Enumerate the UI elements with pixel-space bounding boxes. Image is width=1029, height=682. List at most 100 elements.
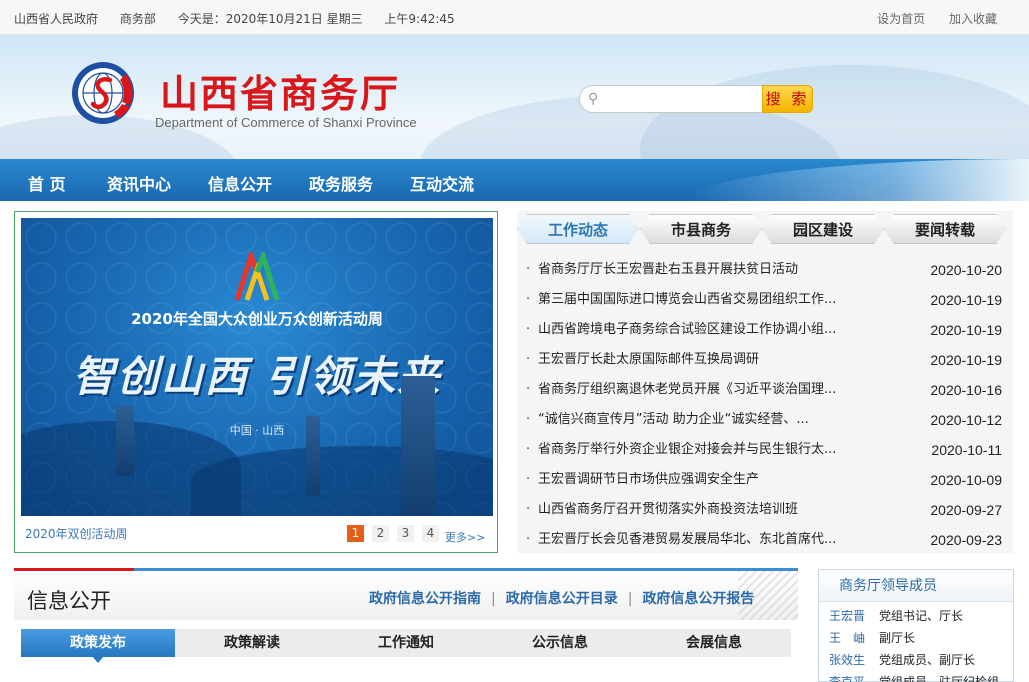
site-subtitle: Department of Commerce of Shanxi Provinc… xyxy=(155,115,417,130)
bullet: · xyxy=(526,292,531,307)
slide-pagoda xyxy=(306,416,320,496)
news-title[interactable]: 省商务厅组织离退休老党员开展《习近平谈治国理... xyxy=(538,375,868,405)
news-item[interactable]: · “诚信兴商宣传月”活动 助力企业“诚实经营、... 2020-10-12 xyxy=(517,405,1013,435)
leader-row[interactable]: 李克平 党组成员、驻厅纪检组 xyxy=(819,671,1013,682)
tab-city-commerce[interactable]: 市县商务 xyxy=(640,214,762,244)
search-button[interactable]: 搜 索 xyxy=(762,85,813,113)
leaders-title[interactable]: 商务厅领导成员 xyxy=(819,570,1013,602)
info-report-link[interactable]: 政府信息公开报告 xyxy=(642,591,754,607)
site-title[interactable]: 山西省商务厅 xyxy=(160,63,400,118)
news-item[interactable]: · 省商务厅厅长王宏晋赴右玉县开展扶贫日活动 2020-10-20 xyxy=(517,255,1013,285)
leader-row[interactable]: 王宏晋 党组书记、厅长 xyxy=(819,605,1013,627)
search-icon: ⚲ xyxy=(588,91,599,107)
leaders-panel: 商务厅领导成员 王宏晋 党组书记、厅长 王 岫副厅长 张效生 党组成员、副厅长 李克… xyxy=(818,569,1014,682)
news-title[interactable]: 山西省商务厅召开贯彻落实外商投资法培训班 xyxy=(538,495,868,525)
news-title[interactable]: 省商务厅厅长王宏晋赴右玉县开展扶贫日活动 xyxy=(538,255,868,285)
tab-policy-release[interactable]: 政策发布 xyxy=(21,629,175,663)
leader-post: 党组成员、副厅长 xyxy=(879,653,976,667)
slide-page-3[interactable]: 3 xyxy=(397,525,414,542)
info-public-title: 信息公开 xyxy=(27,589,111,613)
slide-page-4[interactable]: 4 xyxy=(422,525,439,542)
bullet: · xyxy=(526,382,531,397)
news-title[interactable]: “诚信兴商宣传月”活动 助力企业“诚实经营、... xyxy=(538,405,868,435)
nav-item-news[interactable]: 资讯中心 xyxy=(107,171,171,195)
tab-work-news[interactable]: 工作动态 xyxy=(517,214,639,244)
slide-page-1[interactable]: 1 xyxy=(347,525,364,542)
news-title[interactable]: 山西省跨境电子商务综合试验区建设工作协调小组... xyxy=(538,315,868,345)
search-input[interactable] xyxy=(606,89,756,109)
leader-post: 党组书记、厅长 xyxy=(879,609,964,623)
set-home-link[interactable]: 设为首页 xyxy=(877,12,925,26)
slide-pager: 1 2 3 4 xyxy=(347,525,439,542)
news-date: 2020-10-11 xyxy=(931,442,1002,458)
news-item[interactable]: · 省商务厅组织离退休老党员开展《习近平谈治国理... 2020-10-16 xyxy=(517,375,1013,405)
news-date: 2020-09-27 xyxy=(930,502,1002,518)
tab-policy-interpretation[interactable]: 政策解读 xyxy=(175,629,329,657)
news-item[interactable]: · 王宏晋厅长赴太原国际邮件互换局调研 2020-10-19 xyxy=(517,345,1013,375)
bullet: · xyxy=(526,352,531,367)
news-item[interactable]: · 王宏晋厅长会见香港贸易发展局华北、东北首席代... 2020-09-23 xyxy=(517,525,1013,555)
nav-item-info-public[interactable]: 信息公开 xyxy=(208,171,272,195)
leader-name[interactable]: 张效生 xyxy=(829,649,865,671)
slide-more-link[interactable]: 更多>> xyxy=(445,529,485,545)
tab-park-construction[interactable]: 园区建设 xyxy=(762,214,884,244)
slide-caption[interactable]: 2020年双创活动周 xyxy=(25,525,128,542)
news-title[interactable]: 第三届中国国际进口博览会山西省交易团组织工作... xyxy=(538,285,868,315)
top-right-links: 设为首页 加入收藏 xyxy=(857,10,997,27)
leader-name[interactable]: 王宏晋 xyxy=(829,605,865,627)
bullet: · xyxy=(526,472,531,487)
info-public-section: 信息公开 政府信息公开指南 | 政府信息公开目录 | 政府信息公开报告 政策发布 政策解… xyxy=(14,568,798,682)
leader-name[interactable]: 王 岫 xyxy=(829,627,865,649)
active-tab-arrow xyxy=(92,656,104,663)
date-text: 今天是：2020年10月21日 星期三 xyxy=(177,12,363,26)
leader-row[interactable]: 张效生 党组成员、副厅长 xyxy=(819,649,1013,671)
news-item[interactable]: · 第三届中国国际进口博览会山西省交易团组织工作... 2020-10-19 xyxy=(517,285,1013,315)
news-date: 2020-10-20 xyxy=(930,262,1002,278)
bullet: · xyxy=(526,442,531,457)
slide-mountain xyxy=(191,446,493,516)
department-logo-icon[interactable] xyxy=(70,60,136,126)
nav-item-interaction[interactable]: 互动交流 xyxy=(410,171,474,195)
search-box: ⚲ xyxy=(579,85,763,113)
news-title[interactable]: 王宏晋厅长会见香港贸易发展局华北、东北首席代... xyxy=(538,525,868,555)
news-date: 2020-10-19 xyxy=(930,322,1002,338)
bullet: · xyxy=(526,502,531,517)
mofcom-link[interactable]: 商务部 xyxy=(120,12,156,26)
tab-work-notice[interactable]: 工作通知 xyxy=(329,629,483,657)
nav-item-gov-service[interactable]: 政务服务 xyxy=(309,171,373,195)
tab-exhibition-info[interactable]: 会展信息 xyxy=(637,629,791,657)
news-item[interactable]: · 山西省商务厅召开贯彻落实外商投资法培训班 2020-09-27 xyxy=(517,495,1013,525)
bullet: · xyxy=(526,532,531,547)
header-accent-red xyxy=(14,568,134,571)
info-public-links: 政府信息公开指南 | 政府信息公开目录 | 政府信息公开报告 xyxy=(369,588,754,608)
tab-public-notice[interactable]: 公示信息 xyxy=(483,629,637,657)
tab-reprinted-news[interactable]: 要闻转载 xyxy=(884,214,1006,244)
header-banner: 山西省商务厅 Department of Commerce of Shanxi … xyxy=(0,35,1029,159)
news-title[interactable]: 省商务厅举行外资企业银企对接会并与民生银行太... xyxy=(538,435,868,465)
nav-item-home[interactable]: 首 页 xyxy=(28,171,66,195)
leader-post: 党组成员、驻厅纪检组 xyxy=(879,675,1000,682)
slide-page-2[interactable]: 2 xyxy=(372,525,389,542)
tab-label: 政策发布 xyxy=(70,635,126,651)
info-catalog-link[interactable]: 政府信息公开目录 xyxy=(506,591,618,607)
event-logo-icon xyxy=(234,252,280,301)
news-item[interactable]: · 王宏晋调研节日市场供应强调安全生产 2020-10-09 xyxy=(517,465,1013,495)
gov-link[interactable]: 山西省人民政府 xyxy=(14,12,98,26)
news-title[interactable]: 王宏晋厅长赴太原国际邮件互换局调研 xyxy=(538,345,868,375)
separator: | xyxy=(627,591,633,607)
leader-row[interactable]: 王 岫副厅长 xyxy=(819,627,1013,649)
info-guide-link[interactable]: 政府信息公开指南 xyxy=(369,591,481,607)
news-date: 2020-10-19 xyxy=(930,292,1002,308)
add-favorite-link[interactable]: 加入收藏 xyxy=(949,12,997,26)
news-title[interactable]: 王宏晋调研节日市场供应强调安全生产 xyxy=(538,465,868,495)
news-item[interactable]: · 省商务厅举行外资企业银企对接会并与民生银行太... 2020-10-11 xyxy=(517,435,1013,465)
news-item[interactable]: · 山西省跨境电子商务综合试验区建设工作协调小组... 2020-10-19 xyxy=(517,315,1013,345)
header-accent-blue xyxy=(134,568,798,571)
slide-image[interactable]: 2020年全国大众创业万众创新活动周 智创山西 引领未来 中国 · 山西 xyxy=(21,218,493,516)
leader-name[interactable]: 李克平 xyxy=(829,671,865,682)
top-bar: 山西省人民政府 商务部 今天是：2020年10月21日 星期三 上午9:42:4… xyxy=(0,0,1029,35)
news-date: 2020-10-16 xyxy=(930,382,1002,398)
news-date: 2020-10-12 xyxy=(930,412,1002,428)
slide-pagoda xyxy=(401,376,435,516)
news-date: 2020-09-23 xyxy=(930,532,1002,548)
